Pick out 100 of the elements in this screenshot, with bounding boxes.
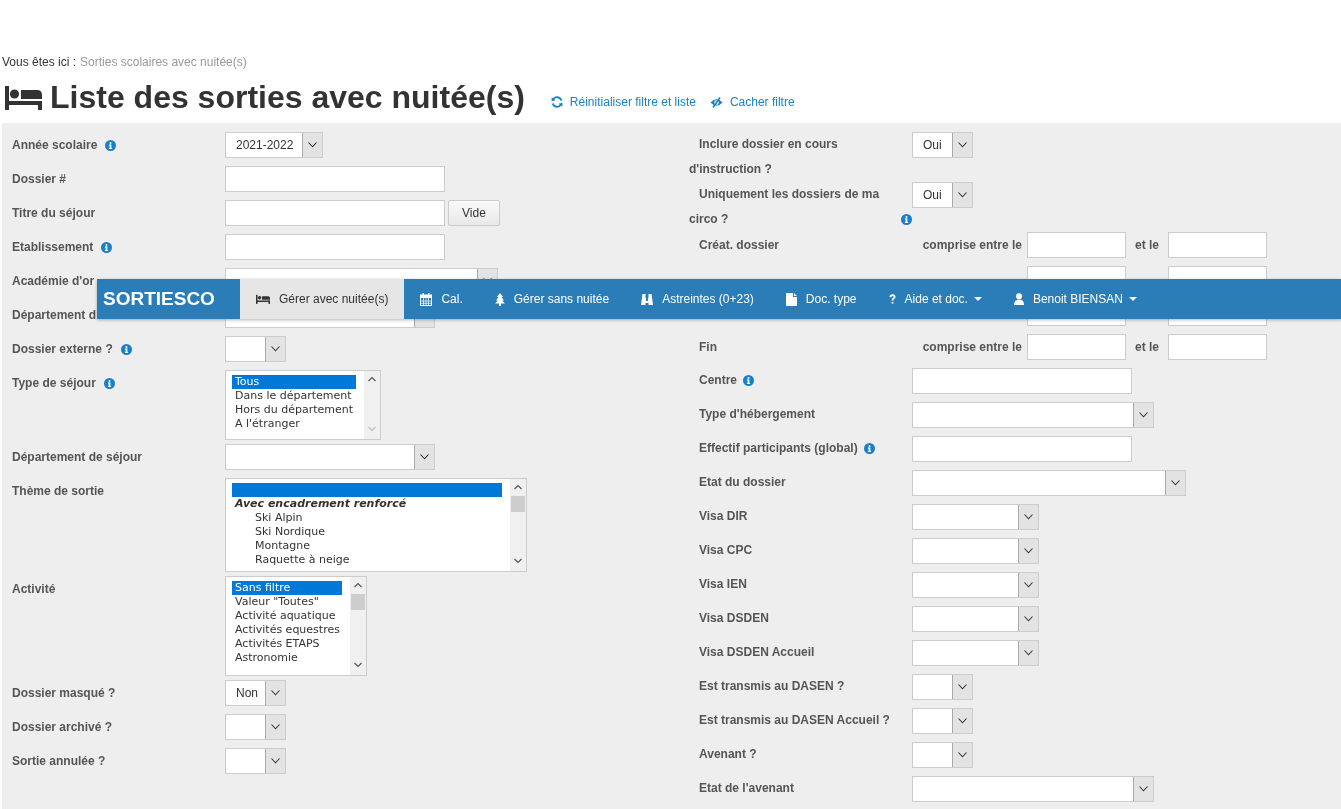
brand-logo[interactable]: SORTIESCO	[97, 279, 240, 319]
list-box[interactable]: Sans filtre Valeur "Toutes" Activité aquatique Activités equestres Activités ETAPS Astronomie	[225, 576, 367, 676]
nav-item[interactable]: Cal.	[404, 279, 479, 319]
select-field[interactable]	[912, 674, 973, 700]
list-option[interactable]: Dans le département	[232, 389, 364, 403]
list-option[interactable]: Tous	[232, 375, 356, 389]
option-group[interactable]: Avec encadrement renforcé	[232, 497, 510, 511]
select-field[interactable]	[912, 776, 1154, 802]
select-field[interactable]	[912, 504, 1039, 530]
select-field[interactable]: 2021-2022	[225, 132, 323, 158]
field-label: Visa DSDEN	[698, 610, 769, 627]
question-icon	[888, 293, 896, 305]
list-option[interactable]: Valeur "Toutes"	[232, 595, 350, 609]
nav-item[interactable]: Doc. type	[769, 279, 873, 319]
hide-filter-link[interactable]: Cacher filtre	[709, 95, 795, 109]
select-field[interactable]	[912, 538, 1039, 564]
user-icon	[1013, 293, 1024, 305]
chevron-down-icon	[308, 142, 317, 148]
select-field[interactable]	[225, 336, 286, 362]
list-option[interactable]: Raquette à neige	[232, 553, 510, 567]
select-field[interactable]	[912, 572, 1039, 598]
field-label: Département d	[12, 307, 97, 324]
bed-icon	[5, 84, 42, 110]
eye-slash-icon	[709, 96, 723, 108]
chevron-down-icon	[1139, 786, 1148, 792]
list-option[interactable]: Activités equestres	[232, 623, 350, 637]
chevron-down-icon	[1139, 412, 1148, 418]
list-option[interactable]: Hors du département	[232, 403, 364, 417]
nav-item[interactable]: Benoit BIENSAN	[997, 279, 1153, 319]
refresh-icon	[550, 96, 563, 108]
field-label: Dossier archivé ?	[12, 719, 113, 736]
range-label: comprise entre le	[922, 340, 1022, 354]
text-field[interactable]	[225, 234, 445, 260]
tree-icon	[494, 292, 505, 306]
breadcrumb-current: Sorties scolaires avec nuitée(s)	[80, 55, 247, 69]
select-field[interactable]: Non	[225, 680, 286, 706]
select-field[interactable]	[225, 748, 286, 774]
list-option[interactable]: Montagne	[232, 539, 510, 553]
list-option[interactable]: Ski Nordique	[232, 525, 510, 539]
select-field[interactable]	[912, 606, 1039, 632]
field-label: Visa IEN	[698, 576, 747, 593]
field-label: Uniquement les dossiers de ma circo ?	[689, 186, 881, 228]
select-field[interactable]	[912, 470, 1186, 496]
chevron-down-icon	[271, 690, 280, 696]
nav-item[interactable]: Gérer avec nuitée(s)	[240, 279, 405, 319]
select-field[interactable]: Oui	[912, 182, 973, 208]
select-field[interactable]	[225, 444, 435, 470]
field-label: Visa CPC	[698, 542, 753, 559]
nav-item[interactable]: Aide et doc.	[872, 279, 998, 319]
list-option[interactable]: Ski Alpin	[232, 511, 510, 525]
text-field[interactable]	[912, 368, 1132, 394]
text-field[interactable]	[1168, 232, 1267, 258]
text-field[interactable]	[912, 436, 1132, 462]
field-label: Visa DIR	[698, 508, 748, 525]
text-field[interactable]	[1027, 232, 1126, 258]
document-icon	[785, 292, 797, 306]
select-field[interactable]	[912, 708, 973, 734]
select-field[interactable]	[225, 714, 286, 740]
list-option[interactable]: Activités ETAPS	[232, 637, 350, 651]
bed-icon	[256, 294, 270, 304]
chevron-down-icon	[958, 684, 967, 690]
list-option[interactable]	[232, 483, 502, 497]
field-label: Etat du dossier	[698, 474, 786, 491]
list-box[interactable]: Avec encadrement renforcé Ski Alpin Ski Nordique Montagne Raquette à neige	[225, 478, 527, 572]
field-label: Créat. dossier	[698, 237, 780, 254]
text-field[interactable]	[1027, 334, 1126, 360]
select-field[interactable]	[912, 742, 973, 768]
field-label: Type de séjour	[12, 375, 96, 392]
chevron-down-icon	[958, 142, 967, 148]
list-option[interactable]: Sans filtre	[232, 581, 342, 595]
chevron-down-icon	[958, 192, 967, 198]
field-label: Fin	[698, 339, 717, 356]
select-field[interactable]	[912, 402, 1154, 428]
breadcrumb-label: Vous êtes ici :	[2, 55, 77, 69]
scrollbar[interactable]	[350, 577, 366, 675]
field-label: Effectif participants (global)	[698, 440, 858, 457]
chevron-down-icon	[1024, 616, 1033, 622]
chevron-down-icon	[271, 346, 280, 352]
field-label: Etablissement	[12, 239, 94, 256]
clear-button[interactable]: Vide	[448, 200, 500, 226]
field-label: Département de séjour	[12, 449, 143, 466]
field-label: Dossier masqué ?	[12, 685, 116, 702]
reset-filter-link[interactable]: Réinitialiser filtre et liste	[550, 95, 696, 109]
scrollbar[interactable]	[364, 371, 380, 439]
nav-item[interactable]: Astreintes (0+23)	[625, 279, 770, 319]
select-field[interactable]: Oui	[912, 132, 973, 158]
list-option[interactable]: A l'étranger	[232, 417, 364, 431]
list-box[interactable]: Tous Dans le département Hors du département A l'étranger	[225, 370, 381, 440]
range-label: et le	[1135, 238, 1159, 252]
list-option[interactable]: Astronomie	[232, 651, 350, 665]
text-field[interactable]	[225, 200, 445, 226]
field-label: Académie d'or	[12, 273, 95, 290]
chevron-down-icon	[1024, 514, 1033, 520]
select-field[interactable]	[912, 640, 1039, 666]
list-option[interactable]: Activité aquatique	[232, 609, 350, 623]
nav-item[interactable]: Gérer sans nuitée	[478, 279, 626, 319]
page-title: Liste des sorties avec nuitée(s)	[50, 79, 525, 115]
scrollbar[interactable]	[510, 479, 526, 571]
text-field[interactable]	[225, 166, 445, 192]
text-field[interactable]	[1168, 334, 1267, 360]
